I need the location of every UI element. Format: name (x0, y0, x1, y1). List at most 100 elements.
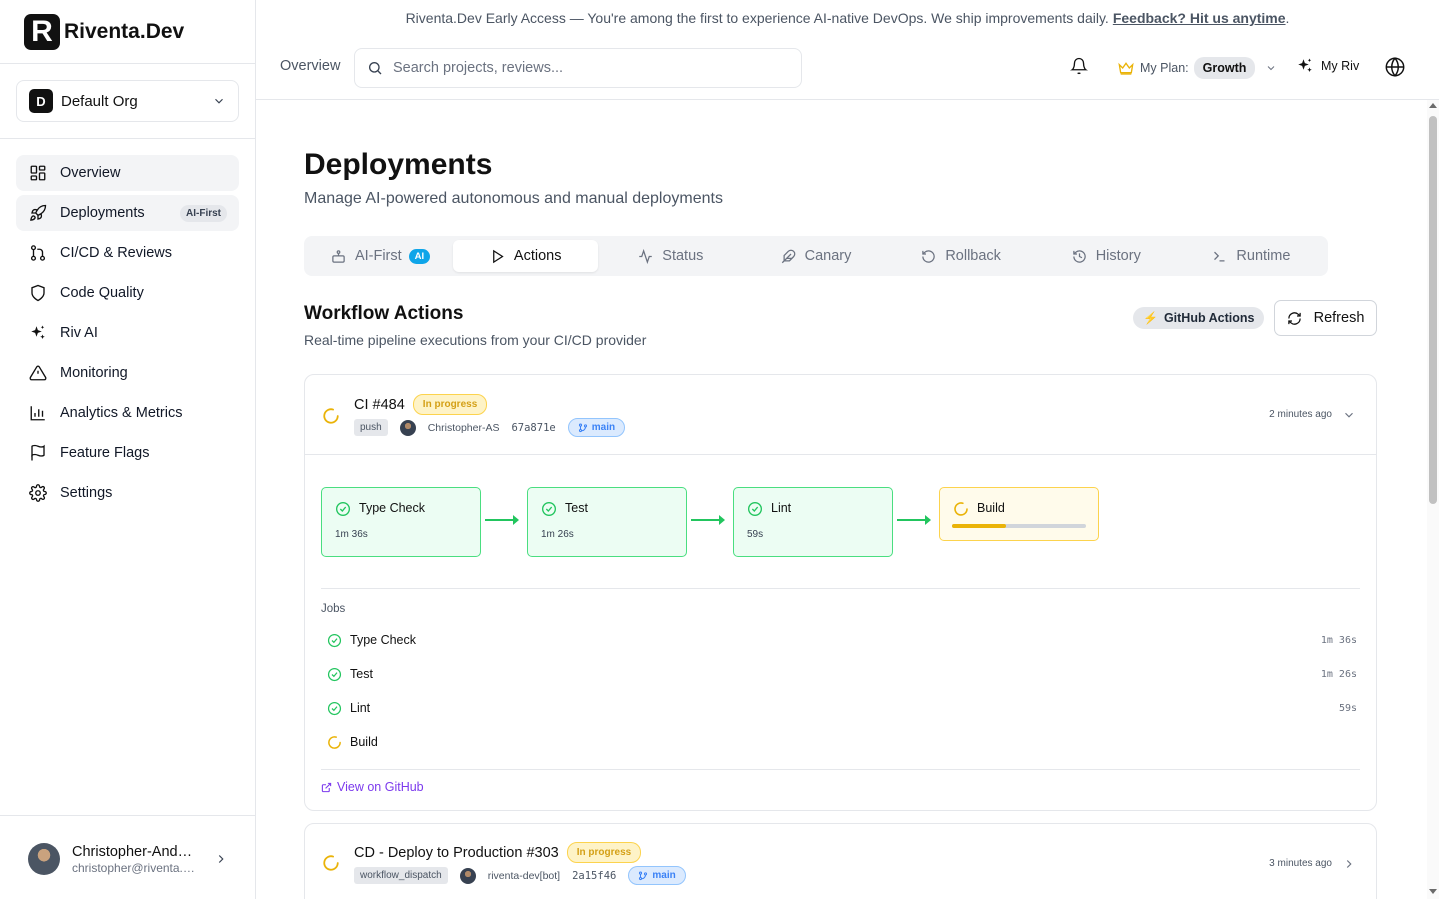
run-header[interactable]: CI #484 In progress push Christopher-AS … (305, 375, 1376, 454)
job-row[interactable]: Lint 59s (327, 698, 1357, 718)
workflow-run-card: CI #484 In progress push Christopher-AS … (304, 374, 1377, 811)
run-title: CD - Deploy to Production #303 In progre… (354, 842, 642, 863)
stage-name: Type Check (359, 501, 426, 515)
stage-duration: 59s (747, 529, 764, 540)
breadcrumb[interactable]: Overview (280, 58, 340, 74)
chevron-down-icon (215, 98, 223, 104)
tab-history[interactable]: History (1034, 240, 1179, 272)
sidebar: R Riventa.Dev D Default Org Overview Dep… (0, 0, 256, 899)
workflow-run-card: CD - Deploy to Production #303 In progre… (304, 823, 1377, 899)
check-circle-icon (327, 667, 342, 681)
ai-first-badge: AI-First (180, 204, 227, 222)
check-circle-icon (748, 502, 762, 516)
git-pull-request-icon (28, 243, 48, 263)
top-header: Overview My Plan: Growth My Riv (256, 36, 1439, 100)
chevron-right-icon (218, 855, 224, 863)
activity-icon (638, 248, 653, 264)
git-branch-icon (639, 871, 648, 880)
tab-label: AI-First (354, 248, 402, 264)
sparkles-icon (28, 323, 48, 343)
job-row[interactable]: Build (327, 732, 1357, 752)
sidebar-item-label: Feature Flags (60, 445, 150, 461)
tab-label: Status (662, 248, 704, 264)
commit-sha[interactable]: 2a15f46 (572, 870, 616, 882)
rotate-ccw-icon (921, 249, 936, 264)
alert-triangle-icon (28, 363, 48, 383)
scroll-down-arrow[interactable] (1429, 889, 1437, 894)
job-row[interactable]: Type Check 1m 36s (327, 630, 1357, 650)
user-info: Christopher-Ande… christopher@riventa.… (72, 844, 200, 875)
sidebar-item-deployments[interactable]: Deployments AI-First (16, 195, 239, 231)
my-riv-button[interactable]: My Riv (1296, 57, 1359, 75)
sidebar-item-cicd-reviews[interactable]: CI/CD & Reviews (16, 235, 239, 271)
actor-avatar (459, 867, 476, 884)
pipeline-stage[interactable]: Type Check 1m 36s (321, 487, 481, 557)
tab-canary[interactable]: Canary (743, 240, 888, 272)
view-on-github-link[interactable]: View on GitHub (321, 780, 424, 794)
sidebar-item-label: Code Quality (60, 285, 144, 301)
pipeline-stage[interactable]: Lint 59s (733, 487, 893, 557)
tab-rollback[interactable]: Rollback (889, 240, 1034, 272)
scroll-up-arrow[interactable] (1429, 103, 1437, 108)
org-selector[interactable]: D Default Org (16, 80, 239, 122)
tab-runtime[interactable]: Runtime (1179, 240, 1324, 272)
sidebar-item-overview[interactable]: Overview (16, 155, 239, 191)
stage-duration: 1m 36s (335, 529, 368, 540)
tab-actions[interactable]: Actions (453, 240, 599, 272)
tab-ai-first[interactable]: AI-First AI (308, 240, 453, 272)
page-title: Deployments (304, 148, 493, 181)
page-subtitle: Manage AI-powered autonomous and manual … (304, 190, 723, 207)
check-circle-icon (327, 633, 342, 647)
brand-name: Riventa.Dev (64, 20, 185, 43)
notifications-button[interactable] (1070, 57, 1088, 80)
tab-label: Canary (804, 248, 852, 264)
tab-status[interactable]: Status (598, 240, 743, 272)
run-title: CI #484 In progress (354, 394, 488, 415)
chevron-right-icon[interactable] (1342, 857, 1356, 871)
search-input[interactable] (393, 60, 773, 76)
branch-badge: main (567, 418, 626, 437)
bar-chart-icon (28, 403, 48, 423)
early-access-banner: Riventa.Dev Early Access — You're among … (256, 0, 1439, 36)
plan-selector[interactable]: My Plan: Growth (1118, 56, 1277, 80)
actor-name: riventa-dev[bot] (487, 869, 561, 882)
sidebar-item-label: Monitoring (60, 365, 128, 381)
run-meta: push Christopher-AS 67a871e main (354, 418, 626, 437)
history-icon (1072, 249, 1087, 264)
run-header[interactable]: CD - Deploy to Production #303 In progre… (305, 824, 1376, 899)
plan-label: My Plan: (1140, 61, 1189, 75)
chevron-down-icon[interactable] (1342, 408, 1356, 422)
refresh-button[interactable]: Refresh (1274, 300, 1377, 336)
avatar (28, 843, 60, 875)
event-badge: workflow_dispatch (354, 867, 448, 884)
jobs-label: Jobs (321, 603, 346, 615)
logo-mark: R (24, 14, 60, 50)
sparkles-icon (1298, 58, 1312, 72)
job-row[interactable]: Test 1m 26s (327, 664, 1357, 684)
sidebar-item-analytics[interactable]: Analytics & Metrics (16, 395, 239, 431)
sidebar-item-label: Riv AI (60, 325, 98, 341)
user-menu[interactable]: Christopher-Ande… christopher@riventa.… (28, 840, 238, 878)
section-title: Workflow Actions (304, 303, 464, 324)
rocket-icon (28, 203, 48, 223)
commit-sha[interactable]: 67a871e (511, 422, 555, 434)
sidebar-item-feature-flags[interactable]: Feature Flags (16, 435, 239, 471)
feedback-link[interactable]: Feedback? Hit us anytime (1113, 10, 1286, 26)
sidebar-item-code-quality[interactable]: Code Quality (16, 275, 239, 311)
pipeline-stage[interactable]: Build (939, 487, 1099, 541)
scrollbar-thumb[interactable] (1429, 116, 1437, 504)
brand-logo[interactable]: R Riventa.Dev (24, 14, 184, 50)
layout-grid-icon (28, 163, 48, 183)
terminal-icon (1212, 249, 1227, 264)
sidebar-item-monitoring[interactable]: Monitoring (16, 355, 239, 391)
job-duration: 59s (1338, 702, 1357, 714)
pipeline-stage[interactable]: Test 1m 26s (527, 487, 687, 557)
actor-name: Christopher-AS (427, 421, 500, 434)
run-name: CD - Deploy to Production #303 (354, 844, 559, 861)
sidebar-item-riv-ai[interactable]: Riv AI (16, 315, 239, 351)
search-box[interactable] (354, 48, 802, 88)
language-button[interactable] (1384, 56, 1406, 83)
sidebar-item-settings[interactable]: Settings (16, 475, 239, 511)
bolt-icon: ⚡ (1143, 311, 1158, 325)
stage-duration: 1m 26s (541, 529, 574, 540)
